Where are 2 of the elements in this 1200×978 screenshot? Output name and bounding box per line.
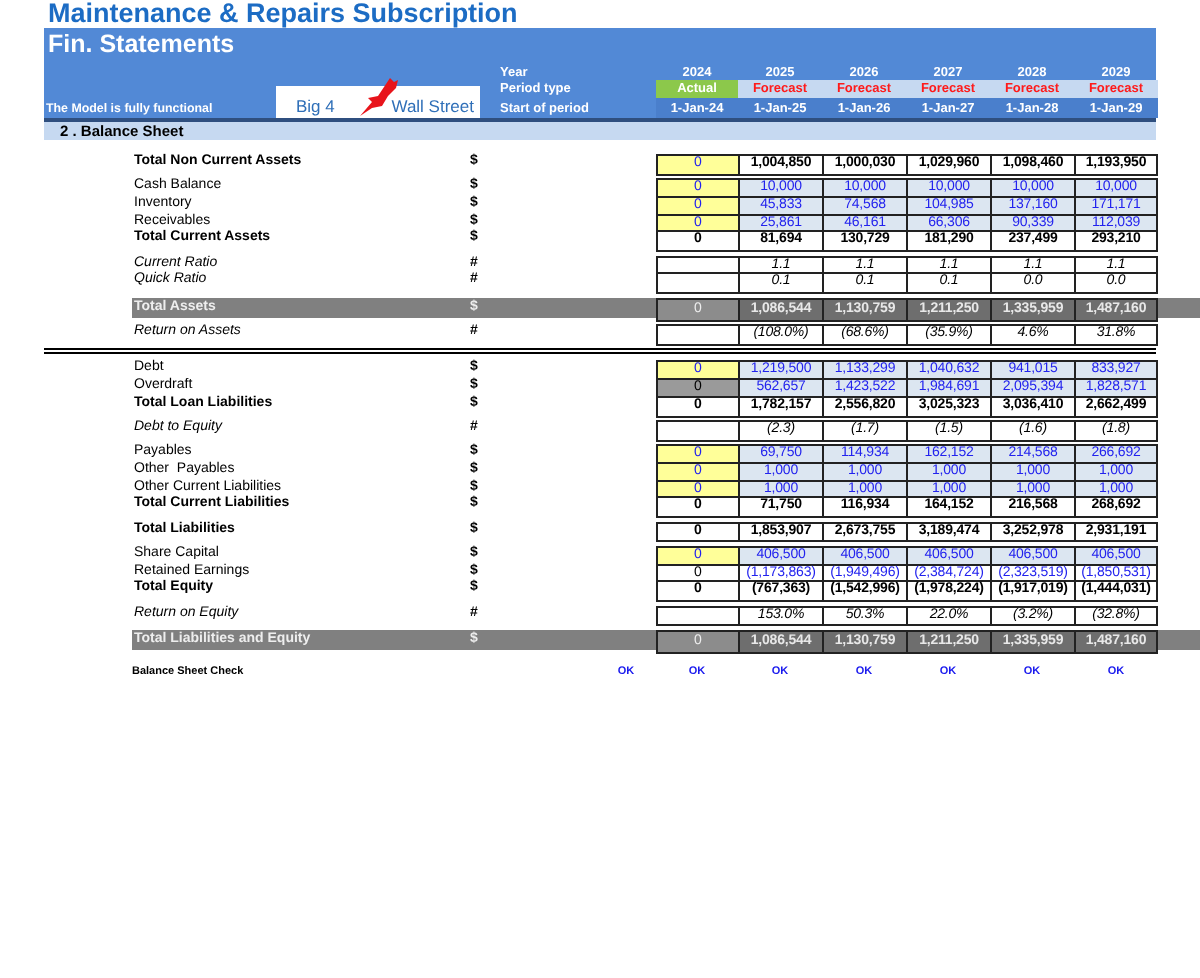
sheet-title: Fin. Statements — [46, 30, 235, 60]
report-title: Maintenance & Repairs Subscription — [46, 0, 518, 28]
